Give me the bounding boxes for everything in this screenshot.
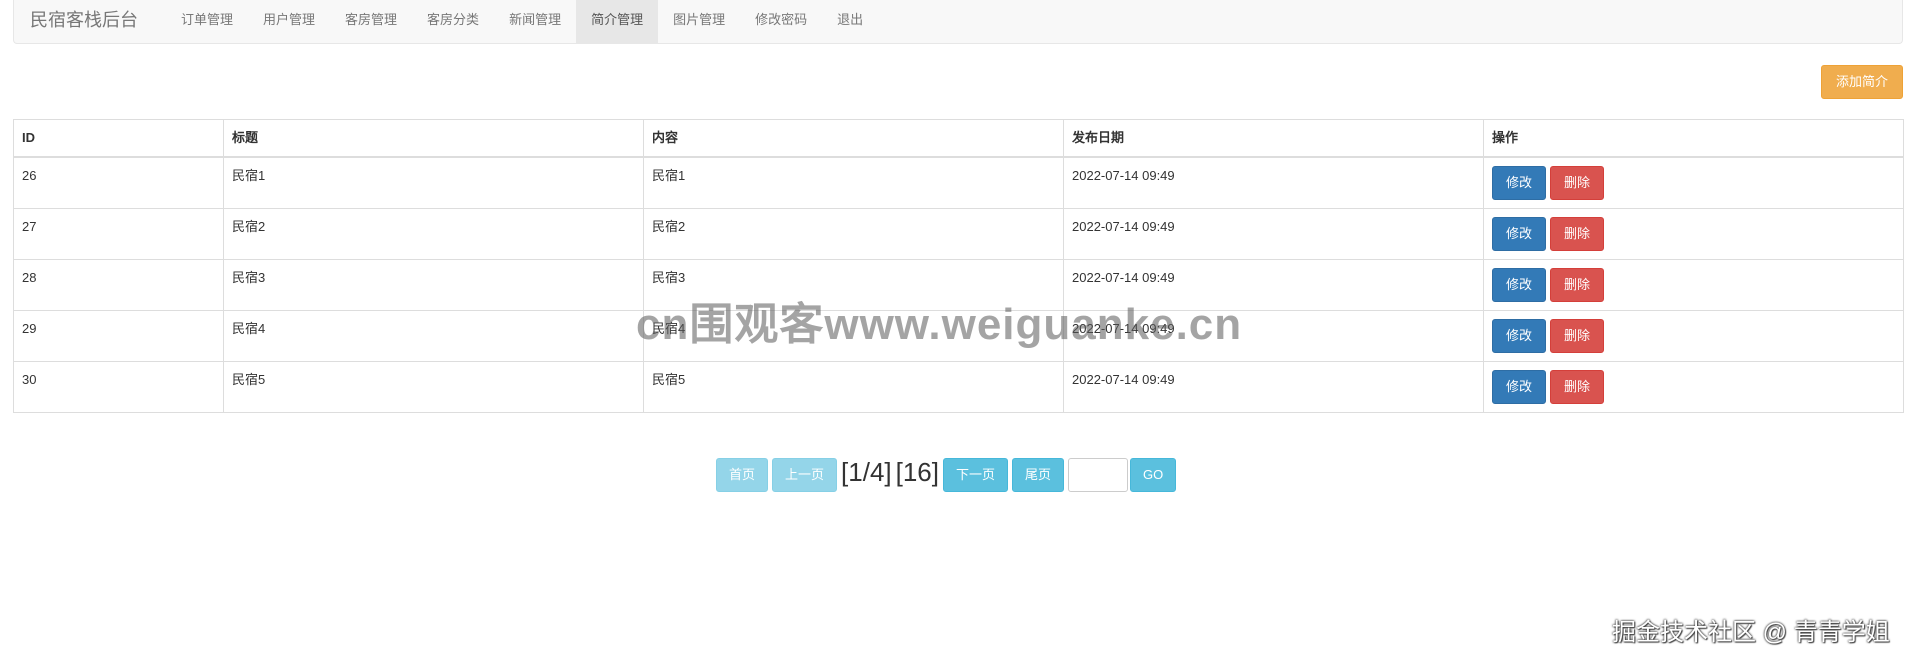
edit-button[interactable]: 修改 xyxy=(1492,267,1546,302)
column-header-content: 内容 xyxy=(643,119,1064,158)
cell-id: 27 xyxy=(13,207,224,260)
intro-table: ID 标题 内容 发布日期 操作 26 民宿1 民宿1 2022-07-14 0… xyxy=(13,119,1904,413)
cell-title: 民宿1 xyxy=(223,156,644,209)
top-navbar: 民宿客栈后台 订单管理 用户管理 客房管理 客房分类 新闻管理 简介管理 图片管… xyxy=(13,0,1903,44)
cell-actions: 修改 删除 xyxy=(1483,156,1904,209)
table-header-row: ID 标题 内容 发布日期 操作 xyxy=(13,119,1904,158)
nav-item-change-password[interactable]: 修改密码 xyxy=(740,0,822,44)
cell-actions: 修改 删除 xyxy=(1483,360,1904,413)
edit-button[interactable]: 修改 xyxy=(1492,166,1546,200)
page-jump-input[interactable] xyxy=(1068,458,1129,492)
cell-content: 民宿4 xyxy=(643,309,1064,362)
brand-title[interactable]: 民宿客栈后台 xyxy=(30,0,138,44)
cell-content: 民宿3 xyxy=(643,258,1064,311)
cell-date: 2022-07-14 09:49 xyxy=(1063,207,1484,260)
cell-id: 28 xyxy=(13,258,224,311)
corner-watermark: 掘金技术社区 @ 青青学姐 xyxy=(1612,619,1890,646)
cell-date: 2022-07-14 09:49 xyxy=(1063,258,1484,311)
nav-item-news[interactable]: 新闻管理 xyxy=(494,0,576,44)
cell-actions: 修改 删除 xyxy=(1483,258,1904,311)
cell-id: 26 xyxy=(13,156,224,209)
nav-item-logout[interactable]: 退出 xyxy=(822,0,878,44)
nav-menu: 订单管理 用户管理 客房管理 客房分类 新闻管理 简介管理 图片管理 修改密码 … xyxy=(166,0,878,44)
table-row: 30 民宿5 民宿5 2022-07-14 09:49 修改 删除 xyxy=(13,360,1904,413)
pagination: 首页 上一页 [1/4] [16] 下一页 尾页 GO xyxy=(716,455,1180,495)
edit-button[interactable]: 修改 xyxy=(1492,216,1546,251)
go-button[interactable]: GO xyxy=(1130,458,1177,492)
add-intro-button[interactable]: 添加简介 xyxy=(1821,65,1903,99)
cell-title: 民宿2 xyxy=(223,207,644,260)
edit-button[interactable]: 修改 xyxy=(1492,369,1546,404)
prev-page-button[interactable]: 上一页 xyxy=(772,458,838,492)
delete-button[interactable]: 删除 xyxy=(1550,369,1604,404)
page-indicator: [1/4] xyxy=(841,457,892,487)
nav-item-orders[interactable]: 订单管理 xyxy=(166,0,248,44)
cell-title: 民宿4 xyxy=(223,309,644,362)
table-row: 29 民宿4 民宿4 2022-07-14 09:49 修改 删除 xyxy=(13,309,1904,362)
nav-item-users[interactable]: 用户管理 xyxy=(248,0,330,44)
delete-button[interactable]: 删除 xyxy=(1550,318,1604,353)
cell-date: 2022-07-14 09:49 xyxy=(1063,360,1484,413)
first-page-button[interactable]: 首页 xyxy=(716,458,769,492)
cell-title: 民宿5 xyxy=(223,360,644,413)
delete-button[interactable]: 删除 xyxy=(1550,216,1604,251)
delete-button[interactable]: 删除 xyxy=(1550,166,1604,200)
column-header-date: 发布日期 xyxy=(1063,119,1484,158)
cell-id: 30 xyxy=(13,360,224,413)
table-row: 28 民宿3 民宿3 2022-07-14 09:49 修改 删除 xyxy=(13,258,1904,311)
total-count: [16] xyxy=(895,457,939,487)
last-page-button[interactable]: 尾页 xyxy=(1012,458,1065,492)
cell-title: 民宿3 xyxy=(223,258,644,311)
column-header-actions: 操作 xyxy=(1483,119,1904,158)
nav-item-rooms[interactable]: 客房管理 xyxy=(330,0,412,44)
cell-actions: 修改 删除 xyxy=(1483,207,1904,260)
column-header-id: ID xyxy=(13,119,224,158)
cell-content: 民宿1 xyxy=(643,156,1064,209)
nav-item-room-categories[interactable]: 客房分类 xyxy=(412,0,494,44)
table-row: 27 民宿2 民宿2 2022-07-14 09:49 修改 删除 xyxy=(13,207,1904,260)
cell-date: 2022-07-14 09:49 xyxy=(1063,309,1484,362)
cell-actions: 修改 删除 xyxy=(1483,309,1904,362)
cell-content: 民宿5 xyxy=(643,360,1064,413)
cell-id: 29 xyxy=(13,309,224,362)
column-header-title: 标题 xyxy=(223,119,644,158)
delete-button[interactable]: 删除 xyxy=(1550,267,1604,302)
nav-item-intro[interactable]: 简介管理 xyxy=(576,0,659,44)
table-row: 26 民宿1 民宿1 2022-07-14 09:49 修改 删除 xyxy=(13,156,1904,209)
edit-button[interactable]: 修改 xyxy=(1492,318,1546,353)
cell-content: 民宿2 xyxy=(643,207,1064,260)
next-page-button[interactable]: 下一页 xyxy=(943,458,1009,492)
cell-date: 2022-07-14 09:49 xyxy=(1063,156,1484,209)
nav-item-images[interactable]: 图片管理 xyxy=(658,0,740,44)
